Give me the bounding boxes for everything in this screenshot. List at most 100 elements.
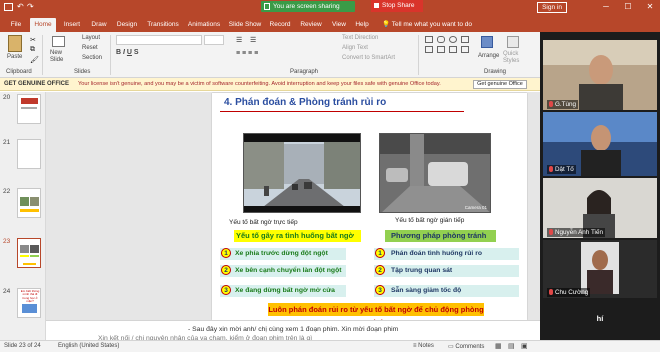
notes-pane[interactable]: - Sau đây xin mời anh/ chị cùng xem 1 đo… (46, 320, 540, 342)
font-name-dropdown[interactable] (116, 35, 202, 45)
thumbnail-slide-21[interactable] (17, 139, 41, 169)
stop-share-button[interactable]: Stop Share (371, 0, 423, 12)
thumbnail-band (20, 209, 39, 212)
minimize-button[interactable]: ─ (600, 2, 612, 13)
paste-button[interactable]: Paste (7, 54, 22, 60)
line-shape-icon[interactable] (425, 46, 433, 53)
item-text: Tập trung quan sát (391, 267, 453, 274)
tab-file[interactable]: File (6, 18, 26, 32)
copy-icon[interactable]: ⧉ (30, 46, 35, 54)
rectangle-shape-icon[interactable] (425, 36, 433, 43)
section-button[interactable]: Section (82, 55, 102, 61)
quick-styles-button[interactable]: Quick Styles (503, 51, 525, 65)
tab-review[interactable]: Review (298, 18, 324, 32)
avoidance-method-item[interactable]: 2 Tập trung quan sát (374, 265, 519, 277)
layout-button[interactable]: Layout (82, 35, 100, 41)
hazard-cause-item[interactable]: 3 Xe đang dừng bất ngờ mở cửa (220, 285, 346, 297)
new-slide-icon[interactable] (52, 36, 65, 47)
screen-sharing-indicator[interactable]: You are screen sharing (261, 1, 355, 12)
avoidance-method-item[interactable]: 1 Phán đoán tình huống rủi ro (374, 248, 519, 260)
meeting-participants-panel: G.Tùng Dật Tố Nguyễn Anh Tiến Chu Cường … (540, 32, 660, 340)
arrow-shape-icon[interactable] (437, 46, 445, 53)
slide-title[interactable]: 4. Phán đoán & Phòng tránh rủi ro (224, 97, 386, 108)
normal-view-icon[interactable]: ▦ (495, 342, 502, 350)
conclusion-banner[interactable]: Luôn phán đoán rủi ro từ yếu tố bất ngờ … (268, 303, 484, 327)
group-label-slides: Slides (74, 69, 91, 75)
slide-sorter-icon[interactable]: ▤ (508, 342, 515, 350)
ribbon: Paste ✂ ⧉ 🖌 Clipboard New Slide Layout R… (0, 32, 540, 78)
muted-mic-icon (549, 229, 553, 235)
autosave-icon[interactable] (4, 3, 13, 11)
undo-icon[interactable]: ↶ (17, 2, 24, 11)
tab-slide-show[interactable]: Slide Show (226, 18, 264, 32)
align-icons[interactable]: ≡ ≡ ≡ ≡ (236, 50, 258, 57)
hazard-cause-item[interactable]: 2 Xe bên cạnh chuyển làn đột ngột (220, 265, 346, 277)
align-text-button[interactable]: Align Text (342, 45, 368, 51)
triangle-shape-icon[interactable] (461, 36, 469, 43)
tell-me-search[interactable]: 💡 Tell me what you want to do (382, 18, 472, 32)
arrange-icon[interactable] (481, 36, 493, 48)
tab-home[interactable]: Home (30, 18, 56, 32)
tab-design[interactable]: Design (113, 18, 141, 32)
tab-view[interactable]: View (329, 18, 349, 32)
numbering-icon[interactable]: ☰ (250, 36, 256, 44)
participant-tile[interactable]: G.Tùng (543, 40, 657, 110)
reading-view-icon[interactable]: ▣ (521, 342, 528, 350)
rounded-shape-icon[interactable] (437, 36, 445, 43)
participant-tile[interactable]: Dật Tố (543, 112, 657, 176)
bullets-icon[interactable]: ☰ (236, 36, 242, 44)
close-button[interactable]: ✕ (644, 2, 656, 13)
reset-button[interactable]: Reset (82, 45, 98, 51)
redo-icon[interactable]: ↷ (27, 2, 34, 11)
participant-tile[interactable]: Chu Cường (543, 240, 657, 298)
participant-tile[interactable]: Nguyễn Anh Tiến (543, 178, 657, 238)
notes-toggle[interactable]: ≡ Notes (413, 343, 434, 349)
star-shape-icon[interactable] (449, 46, 457, 53)
hazard-cause-item[interactable]: 1 Xe phía trước dừng đột ngột (220, 248, 346, 260)
tab-draw[interactable]: Draw (88, 18, 110, 32)
status-bar: Slide 23 of 24 English (United States) ≡… (0, 340, 660, 352)
paste-icon[interactable] (8, 35, 22, 52)
cut-icon[interactable]: ✂ (30, 36, 36, 44)
tab-help[interactable]: Help (352, 18, 372, 32)
quick-styles-icon[interactable] (507, 36, 519, 48)
sign-in-button[interactable]: Sign in (537, 2, 567, 13)
thumbnail-slide-23[interactable] (17, 238, 41, 268)
arrange-button[interactable]: Arrange (478, 53, 499, 59)
avoidance-method-item[interactable]: 3 Sẵn sàng giảm tốc độ (374, 285, 519, 297)
tab-record[interactable]: Record (267, 18, 293, 32)
item-text: Phán đoán tình huống rủi ro (391, 250, 482, 257)
indirect-hazard-caption[interactable]: Yếu tố bất ngờ gián tiếp (395, 217, 464, 224)
font-size-dropdown[interactable] (204, 35, 224, 45)
tab-insert[interactable]: Insert (60, 18, 84, 32)
slide-canvas[interactable]: 4. Phán đoán & Phòng tránh rủi ro Camera… (212, 93, 527, 327)
item-text: Xe phía trước dừng đột ngột (235, 250, 328, 257)
convert-smartart-button[interactable]: Convert to SmartArt (342, 55, 395, 61)
brace-shape-icon[interactable] (461, 46, 469, 53)
font-format-buttons[interactable]: B I U S (116, 49, 139, 56)
comments-toggle[interactable]: ▭ Comments (448, 343, 484, 350)
ribbon-separator (110, 35, 111, 75)
thumbnail-slide-22[interactable] (17, 188, 41, 218)
participant-tile[interactable]: hí (543, 300, 657, 338)
format-painter-icon[interactable]: 🖌 (30, 56, 39, 64)
avoidance-methods-heading[interactable]: Phương pháp phòng tránh (385, 230, 496, 242)
thumbnail-logo (21, 98, 38, 104)
tab-transitions[interactable]: Transitions (144, 18, 182, 32)
thumbnail-band (23, 263, 36, 265)
direct-hazard-photo[interactable] (243, 133, 361, 213)
tab-animations[interactable]: Animations (185, 18, 223, 32)
new-slide-button[interactable]: New Slide (50, 50, 70, 64)
get-genuine-office-button[interactable]: Get genuine Office (473, 80, 527, 89)
thumbnail-illustration (22, 304, 37, 313)
oval-shape-icon[interactable] (449, 36, 457, 43)
hazard-causes-heading[interactable]: Yếu tố gây ra tình huống bất ngờ (234, 230, 361, 242)
thumbnail-slide-20[interactable] (17, 94, 41, 124)
maximize-button[interactable]: ☐ (622, 2, 634, 13)
language-indicator[interactable]: English (United States) (58, 343, 119, 349)
thumbnail-slide-24[interactable]: Em biết thông minh thà đi trong học ở mặ… (17, 288, 41, 318)
text-direction-button[interactable]: Text Direction (342, 35, 378, 41)
indirect-hazard-photo[interactable]: Camera 01 (379, 133, 491, 213)
participant-name: Chu Cường (547, 288, 591, 297)
direct-hazard-caption[interactable]: Yếu tố bất ngờ trực tiếp (229, 219, 298, 226)
